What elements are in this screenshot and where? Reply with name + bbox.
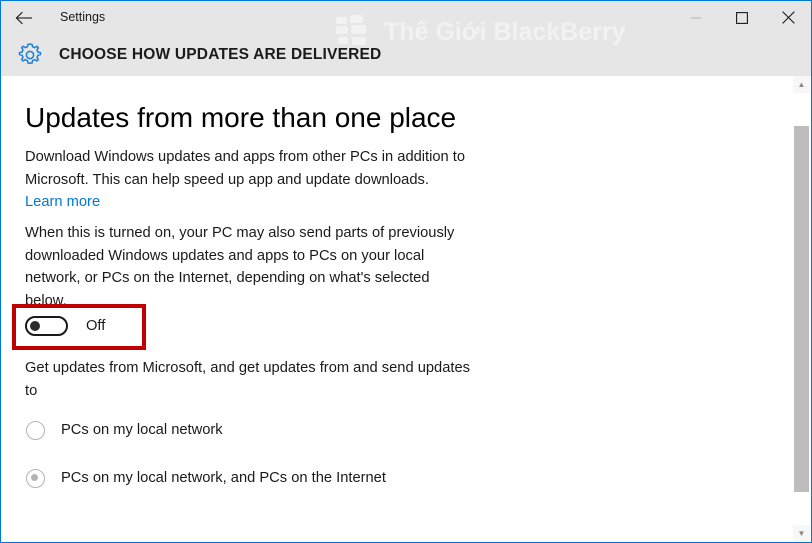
maximize-button[interactable] — [719, 1, 765, 34]
radio-option-local-network[interactable]: PCs on my local network — [26, 421, 223, 440]
toggle-state-label: Off — [86, 317, 106, 334]
back-button[interactable] — [1, 2, 47, 34]
window-controls — [673, 1, 811, 34]
page-title: CHOOSE HOW UPDATES ARE DELIVERED — [59, 46, 382, 63]
back-arrow-icon — [15, 11, 33, 25]
delivery-optimization-toggle[interactable] — [25, 316, 68, 336]
window-title: Settings — [60, 10, 106, 25]
toggle-knob — [30, 321, 40, 331]
radio-option-label: PCs on my local network — [61, 422, 223, 439]
radio-option-local-and-internet[interactable]: PCs on my local network, and PCs on the … — [26, 469, 386, 488]
close-button[interactable] — [765, 1, 811, 34]
delivery-optimization-toggle-row: Off — [25, 316, 105, 336]
radio-option-label: PCs on my local network, and PCs on the … — [61, 470, 386, 487]
radio-group-label: Get updates from Microsoft, and get upda… — [25, 360, 470, 399]
page-header: CHOOSE HOW UPDATES ARE DELIVERED — [1, 34, 811, 76]
title-bar: Settings — [1, 1, 811, 34]
gear-icon — [1, 41, 59, 69]
minimize-button[interactable] — [673, 1, 719, 34]
scrollbar-thumb[interactable] — [794, 126, 809, 492]
close-icon — [781, 11, 795, 24]
description-paragraph-1: Download Windows updates and apps from o… — [25, 146, 470, 214]
settings-window: Settings CHOOSE HOW UPDATES ARE DELIVERE… — [0, 0, 812, 543]
radio-icon — [26, 421, 45, 440]
section-heading: Updates from more than one place — [25, 102, 457, 133]
radio-icon-selected — [26, 469, 45, 488]
description-text-1: Download Windows updates and apps from o… — [25, 149, 466, 188]
description-paragraph-2: When this is turned on, your PC may also… — [25, 225, 455, 309]
content-area: Updates from more than one place Downloa… — [2, 76, 788, 542]
maximize-icon — [736, 11, 748, 24]
minimize-icon — [690, 12, 702, 24]
learn-more-link[interactable]: Learn more — [25, 194, 100, 210]
scroll-down-button[interactable]: ▼ — [793, 525, 810, 542]
scroll-up-button[interactable]: ▲ — [793, 76, 810, 93]
vertical-scrollbar[interactable]: ▲ ▼ — [793, 76, 810, 542]
